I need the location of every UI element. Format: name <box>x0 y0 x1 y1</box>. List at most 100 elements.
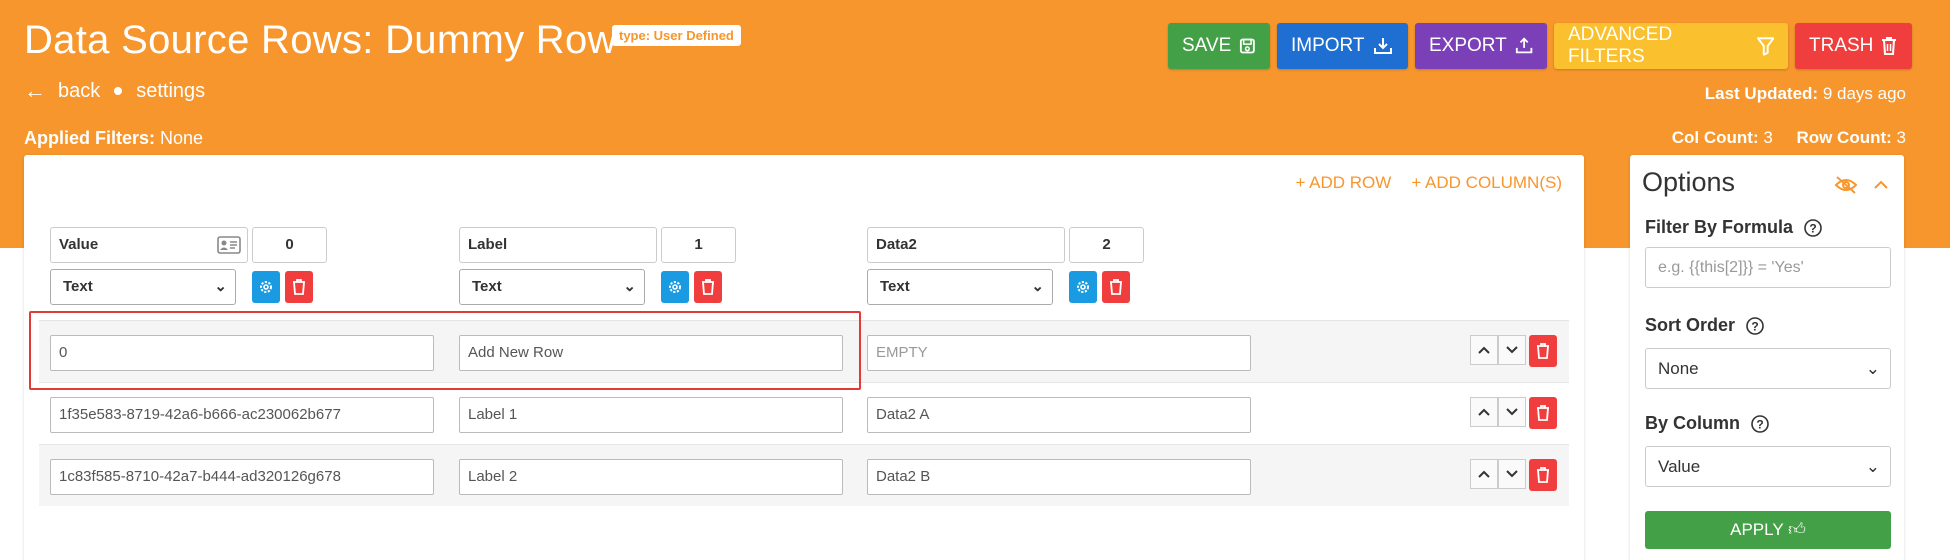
row-controls <box>1470 397 1557 429</box>
trash-button[interactable]: TRASH <box>1795 23 1912 69</box>
cell-input[interactable]: 1c83f585-8710-42a7-b444-ad320126g678 <box>50 459 434 495</box>
column-settings-button[interactable] <box>1069 271 1097 303</box>
col-count-label: Col Count: <box>1671 128 1759 147</box>
add-columns-label: ADD COLUMN(S) <box>1425 173 1562 192</box>
cell-input[interactable]: 1f35e583-8719-42a6-b666-ac230062b677 <box>50 397 434 433</box>
column-type-select[interactable]: Text ⌄ <box>50 269 236 305</box>
row-delete-button[interactable] <box>1529 459 1557 491</box>
export-label: EXPORT <box>1429 35 1507 56</box>
column-index-input[interactable]: 1 <box>661 227 736 263</box>
column-type: Text <box>880 278 910 295</box>
filter-formula-text: Filter By Formula <box>1645 217 1794 237</box>
help-icon[interactable]: ? <box>1745 316 1765 336</box>
options-icons <box>1834 175 1890 195</box>
by-column-text: By Column <box>1645 413 1741 433</box>
counts: Col Count: 3 Row Count: 3 <box>1672 128 1906 148</box>
eye-slash-icon[interactable] <box>1834 175 1858 195</box>
cell-input[interactable]: Data2 A <box>867 397 1251 433</box>
thumbs-up-icon: 👍︎ <box>1788 520 1806 539</box>
column-delete-button[interactable] <box>1102 271 1130 303</box>
column-name-input[interactable]: Value <box>50 227 248 263</box>
gear-icon <box>1077 281 1089 293</box>
cell-input[interactable]: Label 2 <box>459 459 843 495</box>
import-icon <box>1373 38 1392 54</box>
column-name-input[interactable]: Data2 <box>867 227 1065 263</box>
back-link[interactable]: back <box>58 80 100 103</box>
filter-icon <box>1756 37 1774 56</box>
cell-input[interactable]: Label 1 <box>459 397 843 433</box>
column-index-input[interactable]: 0 <box>252 227 327 263</box>
row-controls <box>1470 459 1557 491</box>
chevron-down-icon: ⌄ <box>1031 278 1044 295</box>
column-settings-button[interactable] <box>252 271 280 303</box>
svg-text:?: ? <box>1756 417 1763 431</box>
chevron-up-icon <box>1478 408 1490 416</box>
last-updated-value: 9 days ago <box>1822 84 1906 103</box>
page-title: Data Source Rows: Dummy Row <box>24 18 617 62</box>
add-columns-button[interactable]: + ADD COLUMN(S) <box>1411 173 1562 193</box>
save-button[interactable]: SAVE <box>1168 23 1270 69</box>
advanced-filters-label: ADVANCED FILTERS <box>1568 24 1673 67</box>
move-down-button[interactable] <box>1498 459 1526 489</box>
settings-link[interactable]: settings <box>136 80 205 103</box>
cell-input[interactable]: Data2 B <box>867 459 1251 495</box>
move-up-button[interactable] <box>1470 397 1498 427</box>
column-type: Text <box>472 278 502 295</box>
chevron-down-icon: ⌄ <box>623 278 636 295</box>
column-settings-button[interactable] <box>661 271 689 303</box>
separator-dot <box>114 87 123 95</box>
svg-text:?: ? <box>1751 319 1758 333</box>
trash-icon <box>702 279 714 295</box>
advanced-filters-button[interactable]: ADVANCED FILTERS <box>1554 23 1788 69</box>
column-index-input[interactable]: 2 <box>1069 227 1144 263</box>
row-delete-button[interactable] <box>1529 335 1557 367</box>
chevron-down-icon: ⌄ <box>1865 457 1880 476</box>
chevron-down-icon <box>1506 408 1518 416</box>
trash-icon <box>1110 279 1122 295</box>
export-button[interactable]: EXPORT <box>1415 23 1547 69</box>
move-up-button[interactable] <box>1470 335 1498 365</box>
help-icon[interactable]: ? <box>1803 218 1823 238</box>
column-type: Text <box>63 278 93 295</box>
row-delete-button[interactable] <box>1529 397 1557 429</box>
save-label: SAVE <box>1182 35 1232 56</box>
import-button[interactable]: IMPORT <box>1277 23 1408 69</box>
applied-filters: Applied Filters: None <box>24 128 203 149</box>
trash-icon <box>1537 405 1549 421</box>
chevron-up-icon[interactable] <box>1872 175 1890 195</box>
column-name: Value <box>59 236 99 253</box>
applied-filters-value: None <box>160 128 204 148</box>
chevron-down-icon: ⌄ <box>1865 359 1880 378</box>
trash-label: TRASH <box>1809 35 1874 56</box>
back-arrow-icon[interactable]: ← <box>24 78 46 104</box>
add-row-button[interactable]: + ADD ROW <box>1295 173 1391 193</box>
gear-icon <box>669 281 681 293</box>
chevron-up-icon <box>1478 346 1490 354</box>
sort-order-select[interactable]: None ⌄ <box>1645 348 1891 389</box>
svg-text:?: ? <box>1809 221 1816 235</box>
move-up-button[interactable] <box>1470 459 1498 489</box>
move-down-button[interactable] <box>1498 335 1526 365</box>
cell-input[interactable]: EMPTY <box>867 335 1251 371</box>
column-delete-button[interactable] <box>285 271 313 303</box>
last-updated: Last Updated: 9 days ago <box>1705 84 1906 104</box>
add-row-label: ADD ROW <box>1309 173 1392 192</box>
help-icon[interactable]: ? <box>1750 414 1770 434</box>
options-title: Options <box>1642 167 1736 197</box>
chevron-down-icon <box>1506 470 1518 478</box>
move-down-button[interactable] <box>1498 397 1526 427</box>
column-type-select[interactable]: Text ⌄ <box>459 269 645 305</box>
import-label: IMPORT <box>1291 35 1365 56</box>
sort-order-label: Sort Order ? <box>1645 315 1765 336</box>
by-column-select[interactable]: Value ⌄ <box>1645 446 1891 487</box>
by-column-label: By Column ? <box>1645 413 1770 434</box>
column-name-input[interactable]: Label <box>459 227 657 263</box>
column-type-select[interactable]: Text ⌄ <box>867 269 1053 305</box>
row-count-label: Row Count: <box>1796 128 1892 147</box>
column-delete-button[interactable] <box>694 271 722 303</box>
filter-formula-input[interactable]: e.g. {{this[2]}} = 'Yes' <box>1645 247 1891 288</box>
table-row: 1c83f585-8710-42a7-b444-ad320126g678 Lab… <box>39 444 1569 506</box>
highlight-box <box>29 311 861 390</box>
apply-button[interactable]: APPLY 👍︎ <box>1645 511 1891 549</box>
id-card-icon <box>217 236 241 254</box>
